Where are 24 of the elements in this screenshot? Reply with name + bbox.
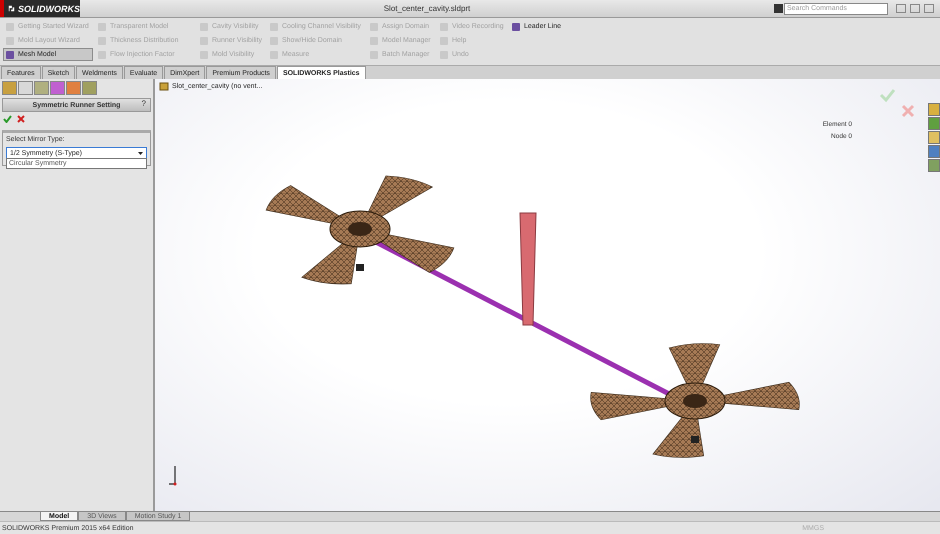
minimize-button[interactable] [896, 4, 906, 13]
task-pane-tab[interactable] [928, 159, 940, 172]
manager-tab[interactable] [18, 81, 33, 95]
command-icon [512, 22, 520, 30]
terminal-icon [774, 4, 783, 13]
manager-tab[interactable] [82, 81, 97, 95]
task-pane-tab[interactable] [928, 117, 940, 130]
axis-triad-icon [168, 465, 176, 486]
manager-tab[interactable] [50, 81, 65, 95]
caret-icon [138, 152, 143, 154]
help-mark[interactable]: ? [142, 99, 146, 108]
close-button[interactable] [924, 4, 934, 13]
manager-tab[interactable] [66, 81, 81, 95]
task-pane-tab[interactable] [928, 131, 940, 144]
task-pane-tab[interactable] [928, 103, 940, 116]
app-logo: SOLIDWORKS [0, 0, 80, 17]
maximize-button[interactable] [910, 4, 920, 13]
manager-tab[interactable] [34, 81, 49, 95]
task-pane-tab[interactable] [928, 145, 940, 158]
manager-tab[interactable] [2, 81, 17, 95]
document-title: Slot_center_cavity.sldprt [382, 4, 472, 13]
cancel-icon[interactable] [17, 115, 25, 123]
confirm-icon[interactable] [3, 115, 12, 123]
part-icon [159, 82, 169, 91]
